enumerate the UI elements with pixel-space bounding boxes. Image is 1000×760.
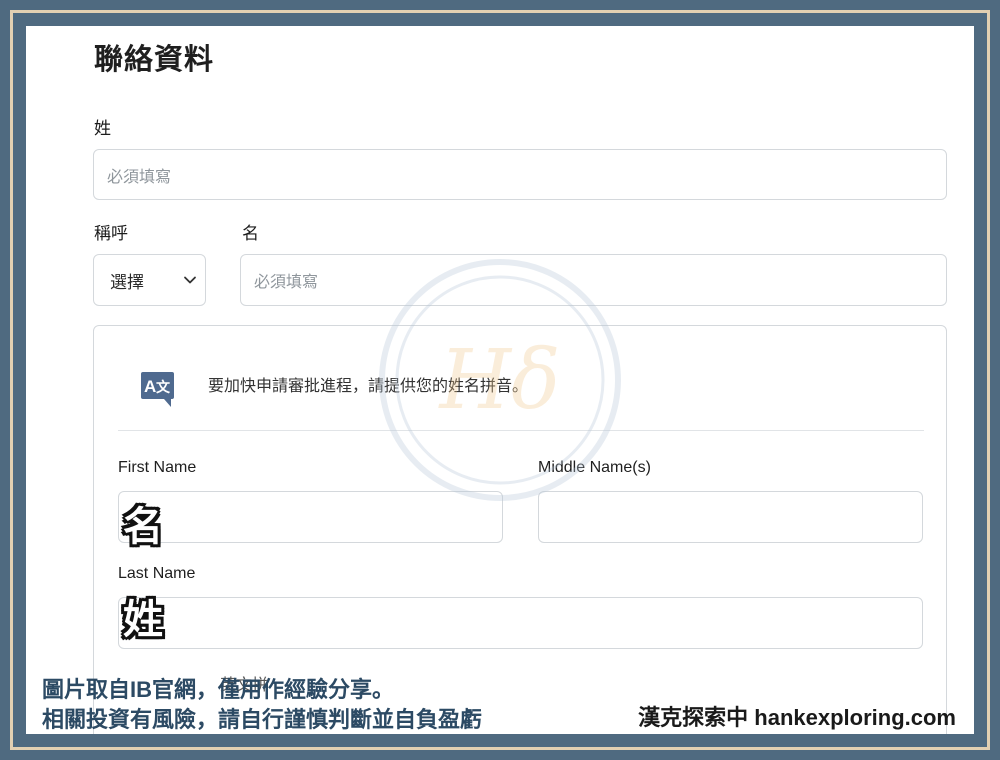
last-name-input[interactable] [118,597,923,649]
first-name-input[interactable] [118,491,503,543]
given-name-input[interactable]: 必須填寫 [240,254,947,306]
brand-text: 漢克探索中 hankexploring.com [638,705,956,730]
translate-icon: A 文 [141,372,174,407]
middle-name-label: Middle Name(s) [538,459,651,476]
caption-line-2: 相關投資有風險，請自行謹慎判斷並自負盈虧 [42,707,483,732]
surname-input[interactable]: 必須填寫 [93,149,947,200]
last-name-annotation: 姓 [123,597,163,643]
panel-divider [118,430,924,431]
surname-placeholder: 必須填寫 [107,166,172,186]
salutation-value: 選擇 [110,272,144,293]
chevron-down-icon [184,276,196,284]
given-name-label: 名 [242,224,259,244]
surname-label: 姓 [94,119,111,139]
first-name-annotation: 名 [123,504,163,550]
salutation-label: 稱呼 [94,224,128,244]
pinyin-notice: 要加快申請審批進程，請提供您的姓名拼音。 [208,376,529,395]
caption-line-1: 圖片取自IB官網，僅用作經驗分享。 [42,677,395,702]
first-name-label: First Name [118,459,197,476]
page-title: 聯絡資料 [94,42,215,76]
middle-name-input[interactable] [538,491,923,543]
salutation-select[interactable]: 選擇 [93,254,206,306]
last-name-label: Last Name [118,565,196,582]
svg-text:A: A [144,377,156,396]
svg-text:文: 文 [156,379,171,396]
screenshot-area: 聯絡資料 姓 必須填寫 稱呼 名 選擇 必須填寫 A 文 要加快申請審批進程，請… [26,26,974,734]
given-name-placeholder: 必須填寫 [254,272,319,291]
